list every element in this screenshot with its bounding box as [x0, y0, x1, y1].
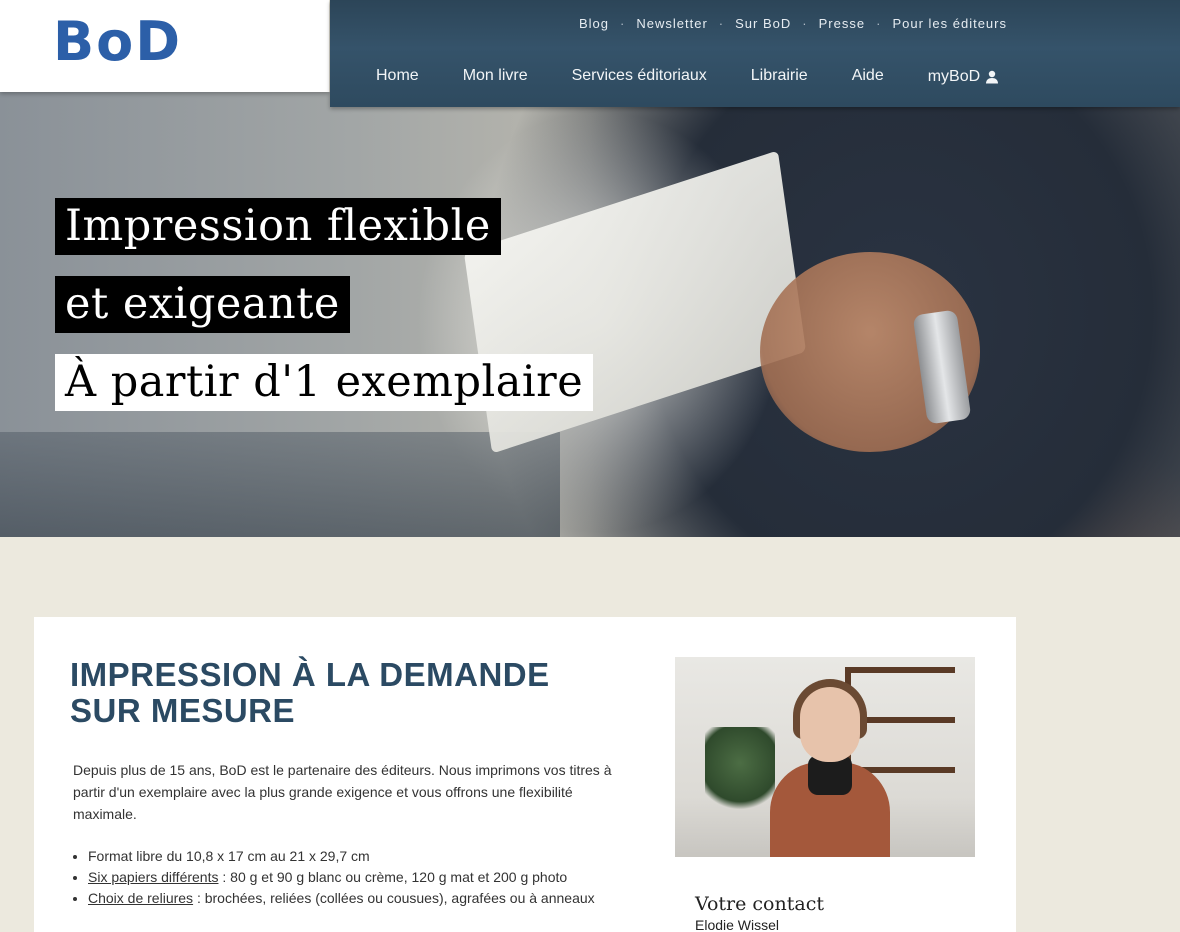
topnav-newsletter-link[interactable]: Newsletter	[636, 16, 707, 31]
topnav-separator: ·	[802, 16, 808, 31]
feature-text: : brochées, reliées (collées ou cousues)…	[193, 890, 595, 906]
hero-background-shelf	[0, 432, 560, 537]
topnav-separator: ·	[876, 16, 882, 31]
logo-container: BoD	[0, 0, 329, 92]
feature-item: Format libre du 10,8 x 17 cm au 21 x 29,…	[88, 846, 648, 867]
mainnav-librairie[interactable]: Librairie	[751, 67, 808, 85]
content-card: IMPRESSION À LA DEMANDE SUR MESURE Depui…	[34, 617, 1016, 932]
user-icon	[986, 70, 999, 84]
mainnav-home[interactable]: Home	[376, 67, 419, 85]
choix-reliures-link[interactable]: Choix de reliures	[88, 890, 193, 906]
main-nav: Home Mon livre Services éditoriaux Libra…	[376, 67, 999, 85]
six-papiers-link[interactable]: Six papiers différents	[88, 869, 218, 885]
navigation-bar: Blog · Newsletter · Sur BoD · Presse · P…	[330, 0, 1180, 107]
topnav-editeurs-link[interactable]: Pour les éditeurs	[892, 16, 1007, 31]
contact-title: Votre contact	[695, 893, 824, 915]
mainnav-services-editoriaux[interactable]: Services éditoriaux	[572, 67, 707, 85]
intro-paragraph: Depuis plus de 15 ans, BoD est le parten…	[73, 762, 612, 822]
hero-line-1: Impression flexible	[55, 198, 501, 255]
photo-person-head	[800, 687, 860, 762]
mainnav-mybod[interactable]: myBoD	[928, 68, 999, 86]
feature-item: Choix de reliures : brochées, reliées (c…	[88, 888, 648, 909]
hero-headline: Impression flexible et exigeante À parti…	[55, 198, 594, 432]
feature-list: Format libre du 10,8 x 17 cm au 21 x 29,…	[88, 846, 648, 909]
topnav-sur-bod-link[interactable]: Sur BoD	[735, 16, 791, 31]
feature-text: : 80 g et 90 g blanc ou crème, 120 g mat…	[218, 869, 568, 885]
section-title: IMPRESSION À LA DEMANDE SUR MESURE	[70, 656, 550, 729]
topnav-presse-link[interactable]: Presse	[819, 16, 865, 31]
topnav-separator: ·	[620, 16, 626, 31]
hero-banner: Impression flexible et exigeante À parti…	[0, 92, 1180, 537]
secondary-nav: Blog · Newsletter · Sur BoD · Presse · P…	[579, 16, 1007, 31]
hero-line-3: À partir d'1 exemplaire	[55, 354, 594, 411]
hero-line-2: et exigeante	[55, 276, 350, 333]
photo-plant	[705, 727, 775, 817]
bod-logo[interactable]: BoD	[53, 12, 182, 72]
topnav-separator: ·	[718, 16, 725, 31]
mainnav-mon-livre[interactable]: Mon livre	[463, 67, 528, 85]
feature-item: Six papiers différents : 80 g et 90 g bl…	[88, 867, 648, 888]
topnav-blog-link[interactable]: Blog	[579, 16, 609, 31]
feature-text: Format libre du 10,8 x 17 cm au 21 x 29,…	[88, 848, 370, 864]
contact-name: Elodie Wissel	[695, 917, 780, 932]
mainnav-aide[interactable]: Aide	[852, 67, 884, 85]
mybod-label: myBoD	[927, 68, 981, 85]
contact-photo	[675, 657, 975, 857]
